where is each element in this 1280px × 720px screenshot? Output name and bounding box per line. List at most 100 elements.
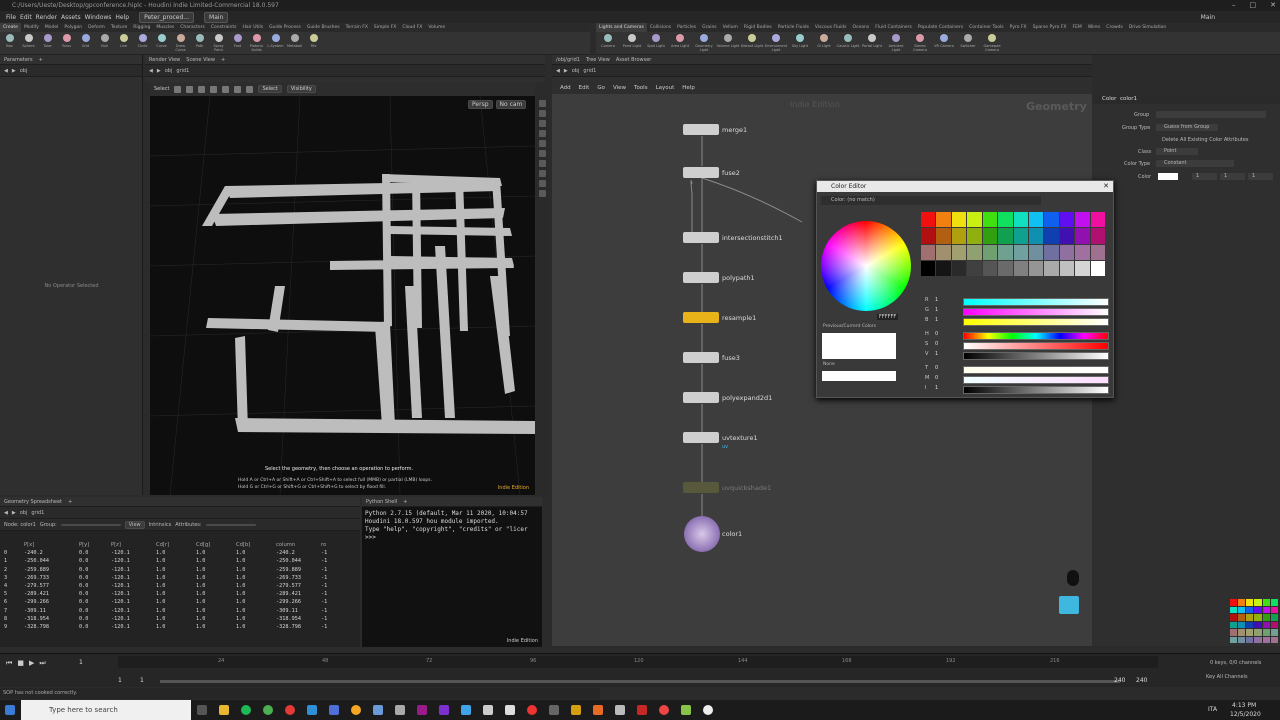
- menu-edit[interactable]: Edit: [20, 14, 32, 21]
- tab-network-path[interactable]: /obj/grid1: [556, 57, 580, 63]
- shelf-tab[interactable]: Rigid Bodies: [741, 23, 775, 32]
- end-frame-2-field[interactable]: 240: [1136, 677, 1147, 684]
- vscode-icon[interactable]: [307, 705, 317, 715]
- color-swatch-cell[interactable]: [1090, 228, 1105, 244]
- handle-tool-icon[interactable]: [210, 85, 218, 93]
- tab-python-shell[interactable]: Python Shell: [366, 499, 397, 505]
- record-icon[interactable]: [285, 705, 295, 715]
- channel-value-field[interactable]: 0: [935, 331, 938, 337]
- brush-icon[interactable]: [234, 85, 242, 93]
- mini-swatch[interactable]: [1254, 599, 1262, 606]
- camera-dropdown[interactable]: No cam: [495, 100, 527, 109]
- color-swatch-cell[interactable]: [921, 244, 936, 260]
- column-header[interactable]: [4, 541, 24, 549]
- hex-field[interactable]: FFFFFF: [877, 314, 899, 320]
- key-all-channels-button[interactable]: Key All Channels: [1206, 674, 1248, 680]
- channel-slider[interactable]: [963, 318, 1109, 326]
- mini-swatch[interactable]: [1230, 606, 1238, 613]
- jump-start-icon[interactable]: ⏮: [6, 659, 12, 668]
- app-icon[interactable]: [681, 705, 691, 715]
- shelf-tool[interactable]: Environment Light: [764, 34, 788, 52]
- mini-swatch[interactable]: [1246, 614, 1254, 621]
- shelf-tool[interactable]: Draw Curve: [171, 34, 190, 52]
- color-swatch-cell[interactable]: [1028, 244, 1044, 260]
- color-swatch-cell[interactable]: [1075, 244, 1090, 260]
- mini-swatch[interactable]: [1254, 621, 1262, 628]
- column-header[interactable]: Cd[g]: [196, 541, 236, 549]
- column-header[interactable]: P[x]: [24, 541, 79, 549]
- node-uvquickshade1[interactable]: [683, 482, 719, 493]
- node-polyexpand2d1[interactable]: [683, 392, 719, 403]
- shelf-tool[interactable]: Caustic Light: [836, 34, 860, 52]
- color-swatch-cell[interactable]: [951, 260, 967, 276]
- display-option-icon[interactable]: [538, 100, 546, 107]
- color-swatch-cell[interactable]: [967, 228, 982, 244]
- class-dropdown[interactable]: Point: [1156, 148, 1198, 155]
- mini-swatch[interactable]: [1270, 621, 1278, 628]
- color-swatch-cell[interactable]: [921, 228, 936, 244]
- shelf-tab[interactable]: Viscous Fluids: [812, 23, 850, 32]
- shelf-tab[interactable]: Oceans: [850, 23, 873, 32]
- table-row[interactable]: 3 -269.733 0.0 -120.1 1.0 1.0 1.0 -269.733 -1: [4, 574, 356, 582]
- color-swatch-cell[interactable]: [921, 212, 936, 228]
- add-tab-icon[interactable]: +: [39, 57, 43, 63]
- mini-swatch[interactable]: [1238, 606, 1246, 613]
- mini-swatch[interactable]: [1230, 629, 1238, 636]
- range-slider[interactable]: [160, 680, 1120, 683]
- shelf-tool[interactable]: Sky Light: [788, 34, 812, 52]
- shelf-tool[interactable]: Point Light: [620, 34, 644, 52]
- shelf-tab[interactable]: FEM: [1070, 23, 1085, 32]
- color-swatch-cell[interactable]: [1044, 260, 1059, 276]
- shelf-tab[interactable]: Muscles: [153, 23, 177, 32]
- mini-swatch[interactable]: [1230, 621, 1238, 628]
- channel-value-field[interactable]: 1: [935, 297, 938, 303]
- shelf-tool[interactable]: Line: [114, 34, 133, 52]
- shelf-tab[interactable]: Lights and Cameras: [596, 23, 647, 32]
- alpha-swatch[interactable]: [822, 371, 896, 381]
- acrobat-icon[interactable]: [637, 705, 647, 715]
- table-row[interactable]: 1 -250.044 0.0 -120.1 1.0 1.0 1.0 -250.044 -1: [4, 557, 356, 565]
- color-swatch-cell[interactable]: [998, 228, 1013, 244]
- timeline-ruler[interactable]: 24 48 72 96 120 144 168 192 216: [118, 656, 1158, 668]
- photoshop-icon[interactable]: [461, 705, 471, 715]
- app-icon[interactable]: [483, 705, 493, 715]
- menu-render[interactable]: Render: [36, 14, 57, 21]
- group-type-dropdown[interactable]: Guess from Group: [1156, 124, 1218, 131]
- color-swatch-cell[interactable]: [1044, 244, 1059, 260]
- node-fuse2[interactable]: [683, 167, 719, 178]
- channel-slider[interactable]: [963, 366, 1109, 374]
- visibility-dropdown[interactable]: Visibility: [286, 85, 316, 93]
- mini-swatch[interactable]: [1238, 636, 1246, 643]
- shelf-tab[interactable]: Hair Utils: [240, 23, 267, 32]
- color-swatch-cell[interactable]: [967, 260, 982, 276]
- color-swatch-cell[interactable]: [1090, 260, 1105, 276]
- table-row[interactable]: 6 -299.266 0.0 -120.1 1.0 1.0 1.0 -299.266 -1: [4, 598, 356, 606]
- group-filter-field[interactable]: [60, 523, 121, 526]
- menu-tools[interactable]: Tools: [634, 85, 648, 91]
- color-swatch-cell[interactable]: [1090, 212, 1105, 228]
- shelf-tab[interactable]: Model: [42, 23, 62, 32]
- scale-tool-icon[interactable]: [198, 85, 206, 93]
- python-prompt[interactable]: >>>: [365, 534, 539, 542]
- minimize-button[interactable]: –: [1232, 0, 1236, 11]
- color-swatch-cell[interactable]: [936, 228, 951, 244]
- tab-render-view[interactable]: Render View: [149, 57, 180, 63]
- color-swatch-cell[interactable]: [1075, 260, 1090, 276]
- browser-icon[interactable]: [351, 705, 361, 715]
- node-merge1[interactable]: [683, 124, 719, 135]
- tab-parameters[interactable]: Parameters: [4, 57, 33, 63]
- channel-value-field[interactable]: 0: [935, 365, 938, 371]
- color-swatch-cell[interactable]: [951, 212, 967, 228]
- shelf-tab[interactable]: Volume: [425, 23, 448, 32]
- path-obj[interactable]: obj: [572, 68, 580, 74]
- mini-swatch[interactable]: [1270, 629, 1278, 636]
- mini-swatch[interactable]: [1262, 614, 1270, 621]
- tab-tree-view[interactable]: Tree View: [586, 57, 610, 63]
- taskbar-search[interactable]: Type here to search: [21, 700, 191, 720]
- shelf-tool[interactable]: Sphere: [19, 34, 38, 52]
- channel-value-field[interactable]: 1: [935, 307, 938, 313]
- color-r-field[interactable]: 1: [1192, 173, 1217, 180]
- premiere-icon[interactable]: [417, 705, 427, 715]
- mini-swatch[interactable]: [1270, 614, 1278, 621]
- points-icon[interactable]: [538, 180, 546, 187]
